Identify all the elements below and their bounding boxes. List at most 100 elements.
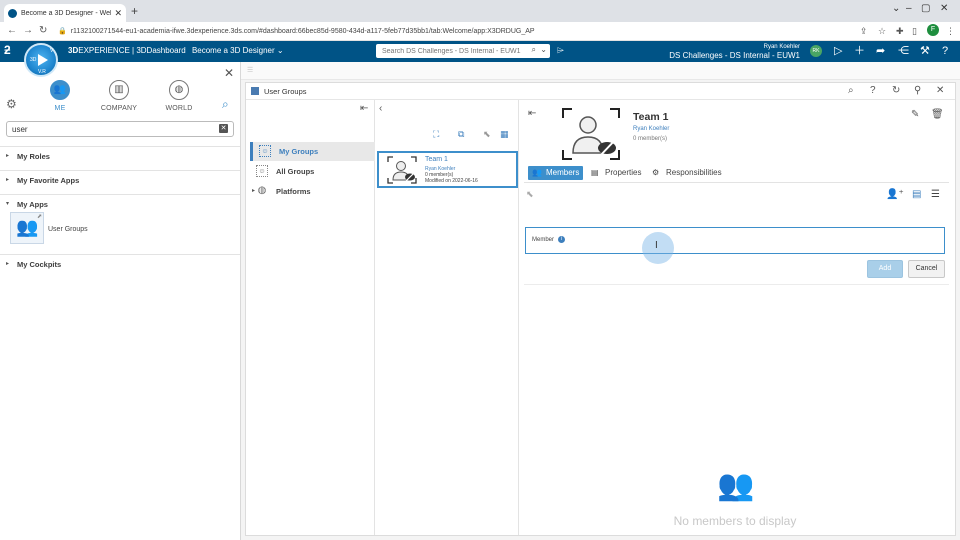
close-tab-icon[interactable]: ✕ xyxy=(114,8,122,19)
group-thumbnail-icon xyxy=(562,108,620,160)
user-groups-app-tile[interactable]: 👥 ⬈ xyxy=(10,212,44,244)
group-card-modified: Modified on 2022-06-16 xyxy=(425,178,478,184)
url-field[interactable]: 🔒 r1132100271544-eu1-academia-ifwe.3dexpe… xyxy=(58,24,858,39)
search-icon[interactable]: ⌕ xyxy=(848,85,854,96)
divider xyxy=(524,284,949,285)
search-icon[interactable]: ⌕ xyxy=(532,45,536,55)
groups-list: ‹ ⛶ ⧉ ⬉ ▦ Team 1 Ryan Koehler 0 member(s… xyxy=(376,100,519,535)
add-button[interactable]: Add xyxy=(867,260,903,278)
address-bar: ← → ↻ 🔒 r1132100271544-eu1-academia-ifwe.… xyxy=(0,22,960,41)
chevron-right-icon: ▸ xyxy=(6,177,10,183)
tile-view-icon[interactable]: ▤ xyxy=(912,189,921,200)
search-icon[interactable]: ⌕ xyxy=(222,97,229,112)
globe-icon: ◍ xyxy=(169,80,189,100)
dashboard-name[interactable]: Become a 3D Designer xyxy=(192,46,275,55)
add-icon[interactable]: ＋ xyxy=(854,45,865,57)
user-avatar[interactable]: RK xyxy=(810,45,822,57)
profile-avatar[interactable]: F xyxy=(927,24,939,36)
selection-icon[interactable]: ⬉ xyxy=(526,189,534,200)
forward-icon[interactable]: → xyxy=(23,25,33,36)
cursor-highlight xyxy=(642,232,674,264)
extensions-icon[interactable]: ✚ xyxy=(896,26,904,37)
tab-world[interactable]: ◍ WORLD xyxy=(159,80,199,112)
tab-properties[interactable]: ▤ Properties xyxy=(587,166,645,180)
refresh-icon[interactable]: ↻ xyxy=(892,85,900,96)
group-member-count: 0 member(s) xyxy=(633,136,668,142)
dashboard-side-panel: ✕ 👥 ME ▥ COMPANY ◍ WORLD ⚙ ⌕ ✕ ▸ My Role… xyxy=(0,62,241,540)
chevron-right-icon[interactable]: ▸ xyxy=(252,182,255,201)
delete-icon[interactable]: 🗑 xyxy=(931,109,944,120)
app-filter-input[interactable] xyxy=(7,122,207,136)
tab-company[interactable]: ▥ COMPANY xyxy=(99,80,139,112)
chevron-right-icon: ▸ xyxy=(6,153,10,159)
scan-icon[interactable]: ⛶ xyxy=(433,129,439,140)
section-my-favorite-apps[interactable]: ▸ My Favorite Apps xyxy=(0,170,240,194)
info-icon[interactable]: i xyxy=(558,236,565,243)
app-topbar: ƻ 3DEXPERIENCE | 3DDashboard Become a 3D… xyxy=(0,41,960,62)
tab-responsibilities[interactable]: ⚙ Responsibilities xyxy=(648,166,726,180)
star-icon[interactable]: ☆ xyxy=(878,26,886,37)
collapse-panel-icon[interactable]: ⇤ xyxy=(528,108,536,119)
tab-members[interactable]: 👥 Members xyxy=(528,166,584,180)
url-text: r1132100271544-eu1-academia-ifwe.3dexper… xyxy=(70,28,535,35)
widget-header: User Groups ⌕ ? ↻ ⚲ ✕ xyxy=(246,83,955,100)
section-my-cockpits[interactable]: ▸ My Cockpits xyxy=(0,254,240,274)
section-my-roles[interactable]: ▸ My Roles xyxy=(0,146,240,170)
selection-icon[interactable]: ⬉ xyxy=(483,129,491,140)
new-tab-icon[interactable]: + xyxy=(131,4,138,18)
empty-state-text: No members to display xyxy=(673,514,797,528)
close-panel-icon[interactable]: ✕ xyxy=(224,66,234,80)
divider xyxy=(524,182,949,183)
member-input[interactable] xyxy=(570,232,940,250)
platform-search[interactable]: ⌕ ⌄ xyxy=(376,44,550,59)
back-icon[interactable]: ← xyxy=(7,25,17,36)
help-icon[interactable]: ? xyxy=(870,85,876,96)
cancel-button[interactable]: Cancel xyxy=(908,260,945,278)
nav-platforms[interactable]: ▸ ◍ Platforms xyxy=(250,182,375,201)
chevron-down-icon[interactable]: ⌄ xyxy=(540,45,547,54)
browser-tab[interactable]: Become a 3D Designer - Welcome ✕ xyxy=(4,4,126,22)
group-detail-pane: ⇤ Team 1 Ryan Koehler 0 member(s) ✎ 🗑 👥 … xyxy=(520,100,955,535)
tag-icon[interactable]: ⌲ xyxy=(557,45,564,56)
collapse-panel-icon[interactable]: ⇤ xyxy=(360,103,368,114)
nav-all-groups[interactable]: ☺ All Groups xyxy=(250,162,375,181)
arrow-right-icon[interactable]: ▷ xyxy=(834,45,842,57)
list-view-icon[interactable]: ☰ xyxy=(931,189,940,200)
network-icon[interactable]: ⋲ xyxy=(898,45,909,57)
clear-icon[interactable]: ✕ xyxy=(219,124,228,133)
app-tile-label[interactable]: User Groups xyxy=(48,226,88,233)
gear-icon[interactable]: ⚙ xyxy=(6,97,17,111)
chevron-down-icon[interactable]: ⌄ xyxy=(277,46,284,55)
search-input[interactable] xyxy=(376,44,526,59)
dashboard-subbar: ☰ xyxy=(241,62,960,80)
close-window-icon[interactable]: ✕ xyxy=(940,3,948,14)
group-card[interactable]: Team 1 Ryan Koehler 0 member(s) Modified… xyxy=(377,151,518,188)
tab-me[interactable]: 👥 ME xyxy=(40,80,80,112)
member-field[interactable]: Member i I xyxy=(525,227,945,264)
group-owner[interactable]: Ryan Koehler xyxy=(633,126,669,132)
share-icon[interactable]: ➦ xyxy=(876,45,885,57)
more-menu-icon[interactable]: ⋮ xyxy=(946,26,955,37)
edit-icon[interactable]: ✎ xyxy=(911,109,919,120)
pin-icon[interactable]: ⚲ xyxy=(914,85,921,96)
close-icon[interactable]: ✕ xyxy=(936,85,944,96)
sidebar-icon[interactable]: ▯ xyxy=(912,26,917,37)
ds-favicon-icon xyxy=(8,8,17,18)
minimize-icon[interactable]: – xyxy=(906,3,912,14)
add-member-icon[interactable]: 👤⁺ xyxy=(886,189,904,200)
compass-icon[interactable]: 3D V V.R xyxy=(24,43,58,77)
share-page-icon[interactable]: ⇪ xyxy=(860,26,868,37)
globe-icon: ◍ xyxy=(257,185,267,196)
tools-icon[interactable]: ⚒ xyxy=(920,45,930,57)
restore-icon[interactable]: ▢ xyxy=(921,3,930,14)
reload-icon[interactable]: ↻ xyxy=(39,25,47,36)
tile-view-icon[interactable]: ▦ xyxy=(500,129,509,140)
help-icon[interactable]: ? xyxy=(942,45,948,57)
browser-tab-title: Become a 3D Designer - Welcome xyxy=(21,9,112,17)
app-filter-field[interactable]: ✕ xyxy=(6,121,234,137)
create-group-icon[interactable]: ⧉ xyxy=(458,129,464,140)
nav-my-groups[interactable]: ☺ My Groups xyxy=(250,142,375,161)
chevron-down-icon[interactable]: ⌄ xyxy=(892,3,900,14)
user-block[interactable]: Ryan Koehler DS Challenges - DS Internal… xyxy=(640,43,800,61)
chevron-left-icon[interactable]: ‹ xyxy=(379,103,382,114)
